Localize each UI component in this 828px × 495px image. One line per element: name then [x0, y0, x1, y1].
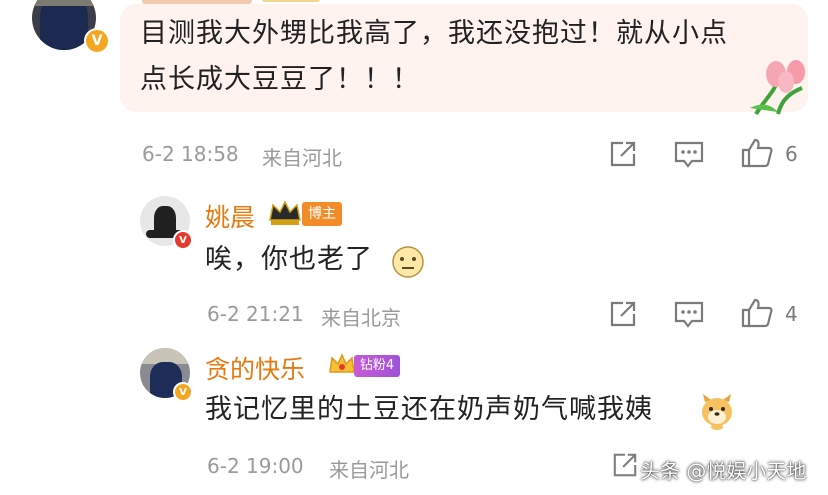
share-icon[interactable] — [609, 140, 637, 168]
reply-location: 来自河北 — [329, 458, 409, 482]
comment-text-line2: 点长成大豆豆了！！！ — [140, 64, 420, 95]
verified-icon: V — [173, 230, 193, 250]
share-icon[interactable] — [612, 452, 638, 478]
tulip-sticker — [750, 60, 805, 116]
reply-username[interactable]: 姚晨 — [205, 198, 255, 234]
reply-date: 6-2 21:21 — [207, 302, 304, 326]
like-icon[interactable] — [741, 298, 773, 328]
watermark: 头条 @悦娱小天地 — [640, 459, 807, 483]
comment-icon[interactable] — [674, 141, 704, 169]
dog-emoji — [702, 394, 732, 430]
comment-location: 来自河北 — [262, 146, 342, 170]
verified-icon: V — [84, 28, 110, 54]
like-count: 6 — [785, 142, 798, 166]
crown-icon — [269, 200, 301, 225]
neutral-face-emoji — [392, 246, 424, 278]
reply-date: 6-2 19:00 — [207, 454, 304, 478]
cropped-badge — [262, 0, 320, 2]
comment-text-line1: 目测我大外甥比我高了，我还没抱过！就从小点 — [140, 18, 728, 49]
reply-location: 来自北京 — [321, 306, 401, 330]
reply-badge: 钻粉4 — [354, 355, 400, 377]
reply-badge: 博主 — [302, 202, 342, 226]
reply-username[interactable]: 贪的快乐 — [205, 350, 305, 386]
verified-icon: V — [173, 382, 193, 402]
comment-icon[interactable] — [674, 301, 704, 329]
reply-text: 唉，你也老了 — [205, 244, 373, 275]
like-count: 4 — [785, 302, 798, 326]
share-icon[interactable] — [609, 300, 637, 328]
crown-icon — [329, 353, 355, 373]
like-icon[interactable] — [741, 138, 773, 168]
reply-text: 我记忆里的土豆还在奶声奶气喊我姨 — [205, 394, 653, 425]
comment-date: 6-2 18:58 — [142, 142, 239, 166]
